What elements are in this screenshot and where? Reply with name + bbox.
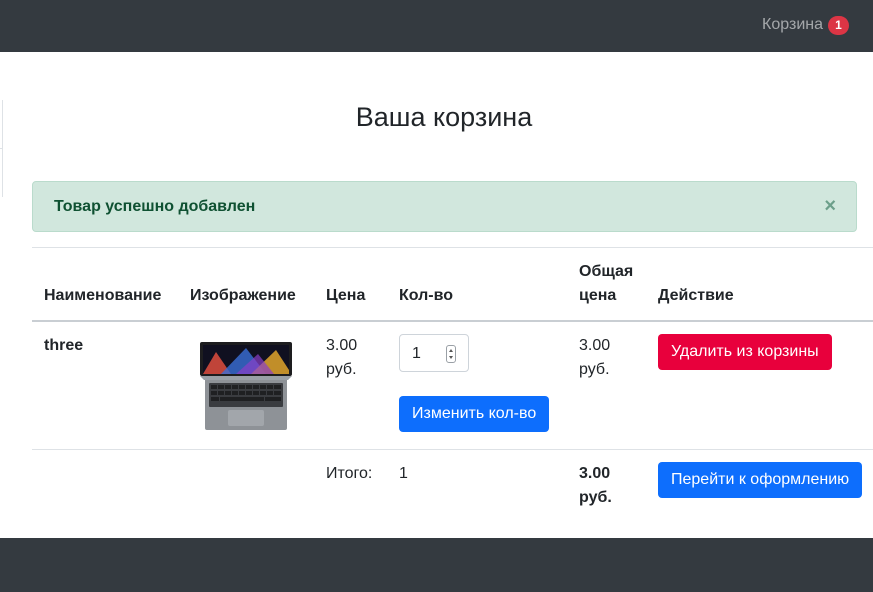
summary-total-amount: 3.00 xyxy=(579,465,611,482)
nav-cart-label: Корзина xyxy=(762,16,823,33)
page-footer xyxy=(0,538,873,592)
alert-message: Товар успешно добавлен xyxy=(54,198,256,215)
summary-total-currency: руб. xyxy=(579,489,612,506)
product-price-amount: 3.00 xyxy=(326,337,358,354)
summary-quantity: 1 xyxy=(399,465,408,482)
update-quantity-button[interactable]: Изменить кол-во xyxy=(399,396,550,432)
header-total-line2: цена xyxy=(579,287,617,304)
close-icon[interactable]: × xyxy=(824,196,836,216)
success-alert: Товар успешно добавлен × xyxy=(32,181,857,232)
quantity-value: 1 xyxy=(412,345,421,362)
product-price-currency: руб. xyxy=(326,361,357,378)
header-quantity: Кол-во xyxy=(399,287,454,304)
quantity-input[interactable]: 1 xyxy=(399,334,469,372)
top-navbar: Корзина 1 xyxy=(0,0,873,52)
row-separator xyxy=(32,449,873,450)
product-total-amount: 3.00 xyxy=(579,337,611,354)
header-total-line1: Общая xyxy=(579,263,634,280)
cart-count-badge: 1 xyxy=(828,15,849,35)
remove-from-cart-button[interactable]: Удалить из корзины xyxy=(658,334,832,370)
checkout-button[interactable]: Перейти к оформлению xyxy=(658,462,863,498)
summary-label: Итого: xyxy=(326,465,373,482)
product-name: three xyxy=(44,337,84,354)
laptop-image xyxy=(200,342,292,430)
page-title: Ваша корзина xyxy=(355,102,533,132)
product-total-currency: руб. xyxy=(579,361,610,378)
header-name: Наименование xyxy=(44,287,162,304)
quantity-spinner-icon[interactable] xyxy=(446,345,456,363)
header-image: Изображение xyxy=(190,287,296,304)
nav-cart-link[interactable]: Корзина 1 xyxy=(762,15,849,35)
table-top-border xyxy=(32,247,873,248)
header-price: Цена xyxy=(326,287,366,304)
table-header-border xyxy=(32,320,873,322)
header-action: Действие xyxy=(658,287,734,304)
